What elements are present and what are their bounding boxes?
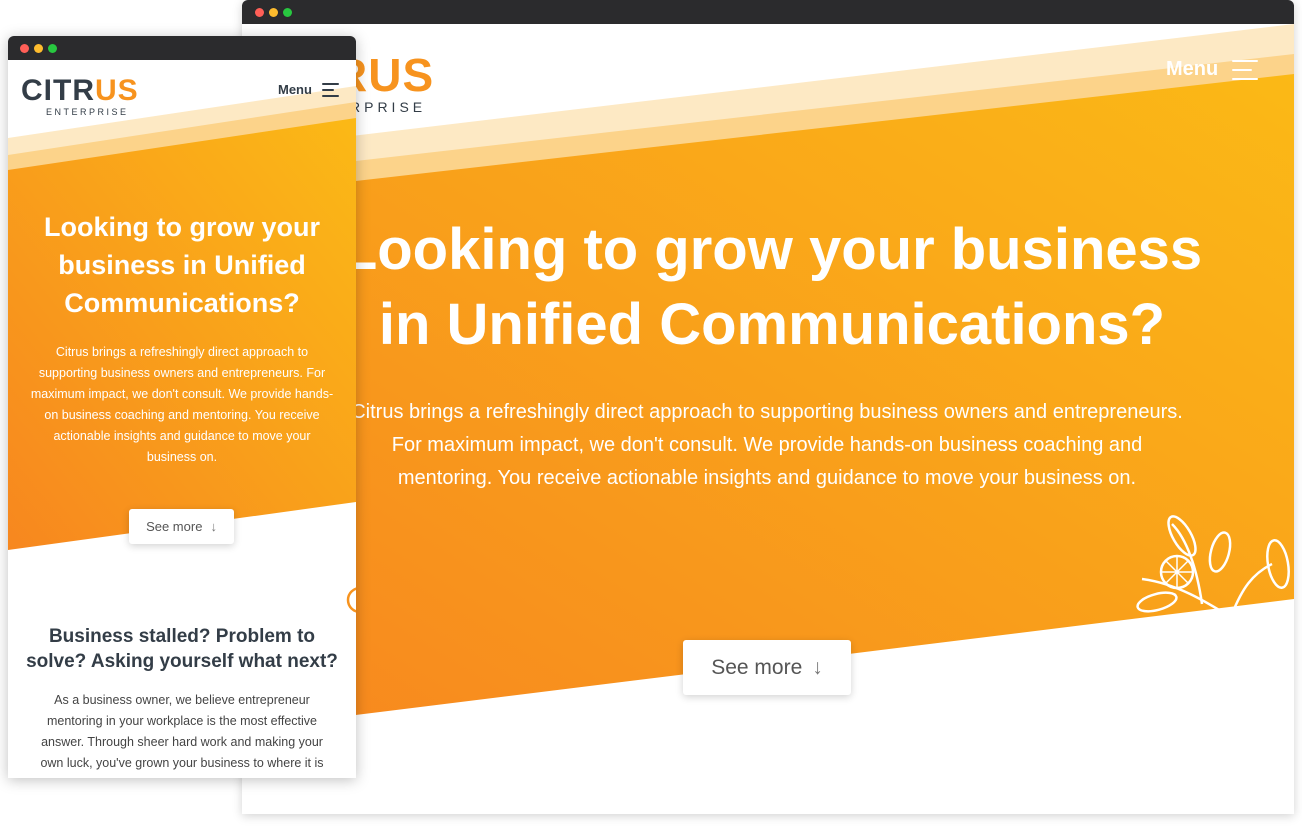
arrow-down-icon: ↓ [812, 655, 823, 679]
desktop-menu-label: Menu [1166, 58, 1219, 80]
desktop-hero-body: Citrus brings a refreshingly direct appr… [351, 401, 1183, 489]
mobile-logo-suffix: US [95, 74, 139, 107]
close-window-icon[interactable] [20, 44, 29, 53]
mobile-see-more-label: See more [146, 519, 203, 534]
mobile-see-more-button[interactable]: See more ↓ [129, 509, 234, 544]
hamburger-icon [321, 82, 339, 97]
mobile-logo-subtitle: ENTERPRISE [46, 107, 129, 117]
desktop-see-more-label: See more [711, 655, 803, 679]
maximize-window-icon[interactable] [283, 8, 292, 17]
close-window-icon[interactable] [255, 8, 264, 17]
minimize-window-icon[interactable] [269, 8, 278, 17]
mobile-browser-window: CITRUS ENTERPRISE Menu Looking to grow y… [8, 36, 356, 778]
hamburger-icon [1232, 59, 1259, 80]
mobile-hero-title: Looking to grow your business in Unified… [44, 212, 320, 318]
mobile-logo-prefix: CITR [21, 74, 95, 107]
mobile-viewport: CITRUS ENTERPRISE Menu Looking to grow y… [8, 60, 356, 778]
desktop-logo-subtitle: RPRISE [350, 99, 427, 115]
desktop-viewport: RUS RPRISE Menu Looking to grow your bus… [242, 24, 1294, 814]
desktop-hero-title: Looking to grow your business in Unified… [341, 217, 1203, 357]
mobile-menu-button[interactable]: Menu [278, 82, 339, 97]
mobile-titlebar [8, 36, 356, 60]
desktop-menu-button[interactable]: Menu [1166, 58, 1259, 81]
mobile-hero-body: Citrus brings a refreshingly direct appr… [30, 345, 334, 464]
desktop-titlebar [242, 0, 1294, 24]
mobile-menu-label: Menu [278, 82, 312, 97]
desktop-browser-window: RUS RPRISE Menu Looking to grow your bus… [242, 0, 1294, 814]
mobile-leaf-decoration-icon [346, 587, 356, 613]
arrow-down-icon: ↓ [210, 519, 217, 534]
mobile-section-title: Business stalled? Problem to solve? Aski… [26, 626, 338, 672]
mobile-logo[interactable]: CITRUS [21, 74, 139, 108]
mobile-section-body: As a business owner, we believe entrepre… [40, 693, 324, 778]
desktop-see-more-button[interactable]: See more ↓ [683, 640, 851, 695]
minimize-window-icon[interactable] [34, 44, 43, 53]
maximize-window-icon[interactable] [48, 44, 57, 53]
